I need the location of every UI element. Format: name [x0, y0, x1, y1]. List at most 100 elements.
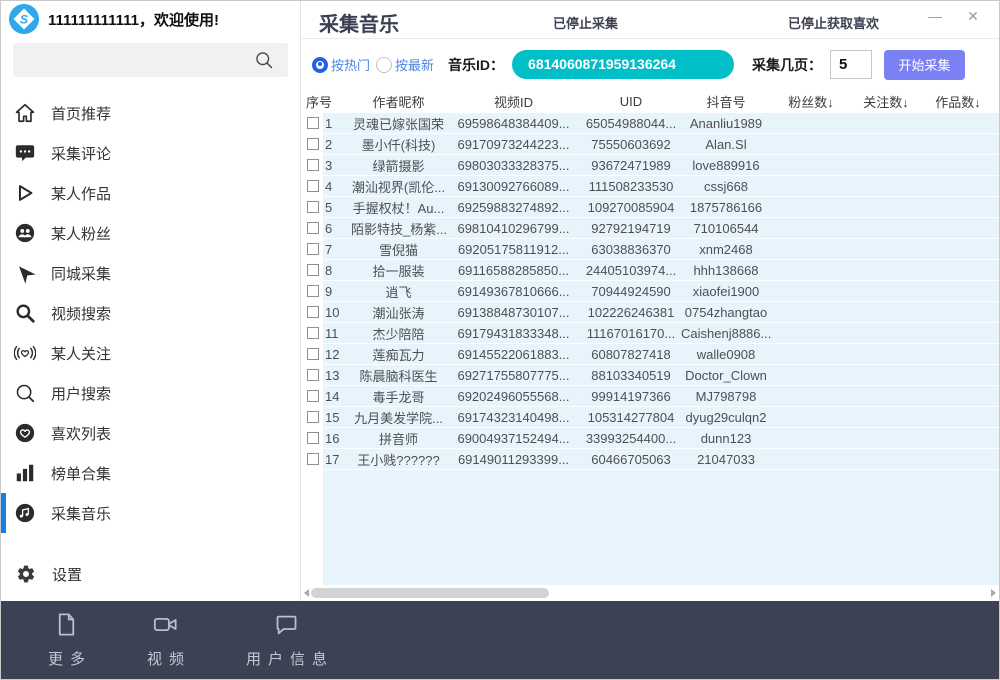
column-header-fans-sort[interactable]: 粉丝数↓ — [771, 92, 851, 111]
cell-video-id: 69149011293399... — [446, 452, 581, 467]
row-checkbox[interactable] — [307, 243, 319, 255]
sidebar-item-label: 某人作品 — [51, 183, 111, 204]
row-checkbox[interactable] — [307, 453, 319, 465]
search-icon[interactable] — [254, 50, 274, 70]
settings-label: 设置 — [52, 564, 82, 585]
pages-label: 采集几页： — [752, 55, 822, 75]
bottom-bar-item[interactable]: 视频 — [140, 611, 191, 669]
sidebar: S 111111111111，欢迎使用! 首页推荐 — [1, 1, 301, 601]
sidebar-item[interactable]: 喜欢列表 — [1, 413, 300, 453]
row-checkbox[interactable] — [307, 201, 319, 213]
row-checkbox[interactable] — [307, 138, 319, 150]
table-row[interactable]: 17 王小贱?????? 69149011293399... 604667050… — [301, 449, 999, 470]
cell-author: 陈晨脑科医生 — [351, 366, 446, 385]
table-row[interactable]: 10 潮汕张涛 69138848730107... 102226246381 0… — [301, 302, 999, 323]
collect-status-text: 已停止采集 — [553, 13, 643, 32]
cell-author: 陌影特技_杨紫... — [351, 219, 446, 238]
table-row[interactable]: 8 拾一服装 69116588285850... 24405103974... … — [301, 260, 999, 281]
table-row[interactable]: 12 莲痴瓦力 69145522061883... 60807827418 wa… — [301, 344, 999, 365]
row-checkbox[interactable] — [307, 159, 319, 171]
cell-douyin-id: walle0908 — [681, 347, 771, 362]
cell-uid: 63038836370 — [581, 242, 681, 257]
row-checkbox[interactable] — [307, 306, 319, 318]
table-row[interactable]: 7 雪倪猫 69205175811912... 63038836370 xnm2… — [301, 239, 999, 260]
cell-index: 11 — [325, 326, 351, 341]
row-checkbox[interactable] — [307, 180, 319, 192]
cell-douyin-id: 1875786166 — [681, 200, 771, 215]
cell-index: 12 — [325, 347, 351, 362]
cell-douyin-id: 710106544 — [681, 221, 771, 236]
row-checkbox[interactable] — [307, 432, 319, 444]
bottom-bar-item[interactable]: 更多 — [41, 611, 92, 669]
table-row[interactable]: 15 九月美发学院... 69174323140498... 105314277… — [301, 407, 999, 428]
cell-index: 17 — [325, 452, 351, 467]
cell-uid: 75550603692 — [581, 137, 681, 152]
welcome-text: 111111111111，欢迎使用! — [48, 9, 219, 30]
sidebar-item[interactable]: 视频搜索 — [1, 293, 300, 333]
row-checkbox[interactable] — [307, 264, 319, 276]
sidebar-item[interactable]: 采集音乐 — [1, 493, 300, 533]
radio-by-newest[interactable] — [376, 57, 392, 73]
cell-video-id: 69004937152494... — [446, 431, 581, 446]
bottom-bar-item[interactable]: 用户信息 — [239, 611, 334, 669]
sidebar-item[interactable]: 用户搜索 — [1, 373, 300, 413]
sidebar-item[interactable]: 某人关注 — [1, 333, 300, 373]
table-row[interactable]: 3 绿箭摄影 69803033328375... 93672471989 lov… — [301, 155, 999, 176]
column-header-follows-sort[interactable]: 关注数↓ — [851, 92, 921, 111]
row-checkbox[interactable] — [307, 411, 319, 423]
app-logo-icon: S — [9, 4, 39, 34]
radio-by-newest-label[interactable]: 按最新 — [395, 55, 434, 74]
table-row[interactable]: 13 陈晨脑科医生 69271755807775... 88103340519 … — [301, 365, 999, 386]
sidebar-item-settings[interactable]: 设置 — [1, 555, 300, 593]
pages-input[interactable] — [830, 50, 872, 79]
sidebar-nav: 首页推荐 采集评论 某人作品 某人粉丝 — [1, 93, 300, 533]
cell-video-id: 69149367810666... — [446, 284, 581, 299]
table-row[interactable]: 5 手握权杖！Au... 69259883274892... 109270085… — [301, 197, 999, 218]
scroll-left-arrow-icon[interactable] — [304, 589, 309, 597]
radio-by-hot[interactable] — [312, 57, 328, 73]
column-header-works-sort[interactable]: 作品数↓ — [921, 92, 995, 111]
cell-douyin-id: Ananliu1989 — [681, 116, 771, 131]
cell-uid: 88103340519 — [581, 368, 681, 383]
music-id-input[interactable]: 6814060871959136264 — [512, 50, 734, 79]
cell-douyin-id: Doctor_Clown — [681, 368, 771, 383]
scrollbar-thumb[interactable] — [311, 588, 549, 598]
cell-author: 雪倪猫 — [351, 240, 446, 259]
row-checkbox[interactable] — [307, 348, 319, 360]
sidebar-item[interactable]: 采集评论 — [1, 133, 300, 173]
table-row[interactable]: 1 灵魂已嫁张国荣 69598648384409... 65054988044.… — [301, 113, 999, 134]
sidebar-search-input[interactable] — [21, 43, 251, 77]
cell-index: 15 — [325, 410, 351, 425]
bottom-bar-item-label: 视频 — [140, 648, 191, 669]
row-checkbox[interactable] — [307, 222, 319, 234]
scroll-right-arrow-icon[interactable] — [991, 589, 996, 597]
table-row[interactable]: 16 拼音师 69004937152494... 33993254400... … — [301, 428, 999, 449]
cell-author: 逍飞 — [351, 282, 446, 301]
start-collect-button[interactable]: 开始采集 — [884, 50, 965, 80]
sidebar-item[interactable]: 榜单合集 — [1, 453, 300, 493]
table-row[interactable]: 2 墨小仟(科技) 69170973244223... 75550603692 … — [301, 134, 999, 155]
main-header: 采集音乐 已停止采集 已停止获取喜欢 — ✕ — [301, 1, 999, 39]
sidebar-item[interactable]: 同城采集 — [1, 253, 300, 293]
sidebar-top-bar: S 111111111111，欢迎使用! — [1, 1, 300, 37]
table-row[interactable]: 6 陌影特技_杨紫... 69810410296799... 927921947… — [301, 218, 999, 239]
sidebar-item[interactable]: 某人作品 — [1, 173, 300, 213]
sidebar-item[interactable]: 首页推荐 — [1, 93, 300, 133]
cell-author: 王小贱?????? — [351, 450, 446, 469]
cell-video-id: 69205175811912... — [446, 242, 581, 257]
table-row[interactable]: 9 逍飞 69149367810666... 70944924590 xiaof… — [301, 281, 999, 302]
radio-by-hot-label[interactable]: 按热门 — [331, 55, 370, 74]
sidebar-item[interactable]: 某人粉丝 — [1, 213, 300, 253]
sidebar-item-label: 榜单合集 — [51, 463, 111, 484]
row-checkbox[interactable] — [307, 285, 319, 297]
table-row[interactable]: 14 毒手龙哥 69202496055568... 99914197366 MJ… — [301, 386, 999, 407]
sidebar-item-label: 采集音乐 — [51, 503, 111, 524]
table-row[interactable]: 11 杰少陪陪 69179431833348... 11167016170...… — [301, 323, 999, 344]
row-checkbox[interactable] — [307, 369, 319, 381]
minimize-button[interactable]: — — [923, 4, 947, 28]
row-checkbox[interactable] — [307, 327, 319, 339]
close-button[interactable]: ✕ — [961, 4, 985, 28]
table-row[interactable]: 4 潮汕视界(凯伦... 69130092766089... 111508233… — [301, 176, 999, 197]
row-checkbox[interactable] — [307, 117, 319, 129]
row-checkbox[interactable] — [307, 390, 319, 402]
